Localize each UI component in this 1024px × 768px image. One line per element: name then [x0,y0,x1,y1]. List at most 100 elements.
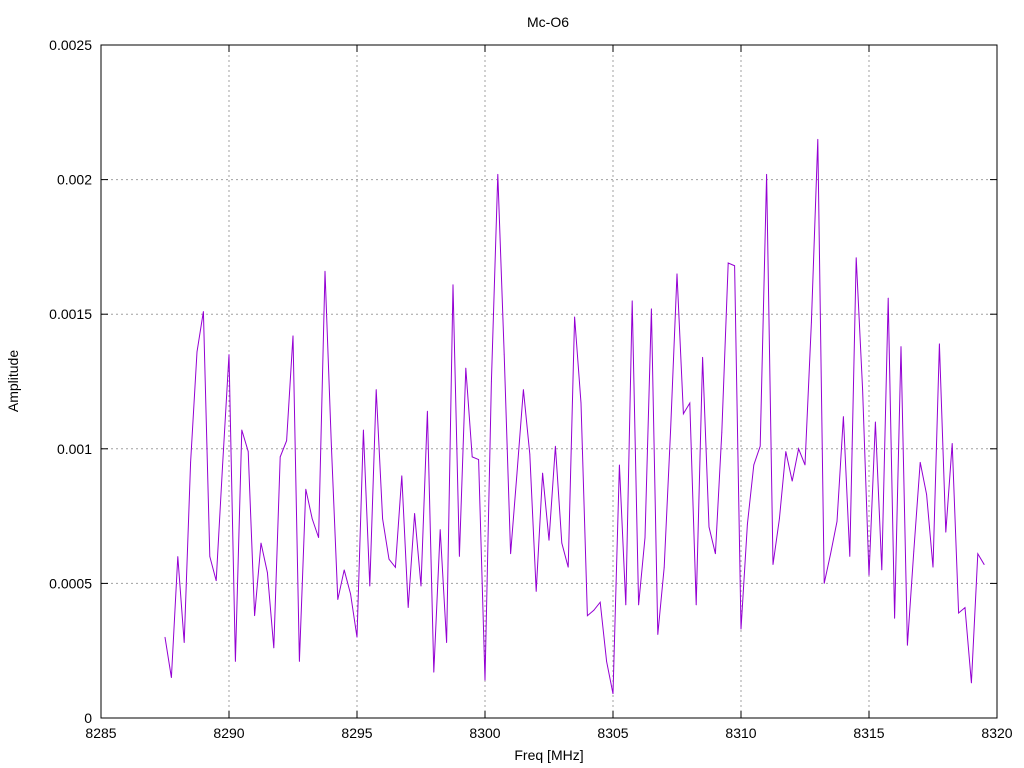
data-point [503,354,505,355]
y-axis-label: Amplitude [5,350,21,412]
data-point [337,599,339,600]
y-tick-label: 0 [84,710,92,726]
data-point [548,539,550,541]
data-point [644,537,646,539]
y-tick-label: 0.0025 [49,37,92,53]
data-point [798,448,799,450]
data-point [683,413,684,415]
data-point [785,451,787,452]
x-tick-label: 8305 [597,725,628,741]
data-point [958,612,959,614]
data-point [587,615,588,617]
data-point [599,601,601,603]
data-point [612,693,614,695]
data-point [907,644,908,646]
data-point [727,262,729,264]
y-tick-label: 0.001 [57,441,92,457]
data-point [715,553,716,555]
data-point [791,480,793,482]
data-point [567,566,569,568]
data-point [433,671,435,673]
data-point [203,311,204,312]
data-point [555,445,556,447]
data-point [932,566,934,568]
data-point [945,531,947,533]
data-point [747,523,748,525]
data-point [689,402,691,404]
data-point [708,526,710,528]
data-point [452,284,454,285]
data-point [279,456,281,458]
data-point [177,556,179,557]
data-point [375,389,377,390]
data-point [983,564,985,565]
data-point [311,518,313,520]
data-point [574,316,575,318]
data-point [420,585,422,587]
data-point [926,494,927,495]
y-tick-labels: 0 0.0005 0.001 0.0015 0.002 0.0025 [49,37,92,726]
data-point [894,618,895,619]
data-point [971,682,972,684]
data-point [215,580,217,582]
x-tick-label: 8295 [341,725,372,741]
data-point [702,356,703,358]
data-point [939,343,940,345]
data-point [561,542,563,544]
data-point [734,265,735,267]
data-point [196,351,198,353]
data-point [382,518,383,520]
x-tick-label: 8290 [213,725,244,741]
data-point [657,634,659,635]
data-point [580,402,582,404]
data-point [510,553,511,555]
data-point [343,569,345,571]
data-point [523,389,524,390]
data-point [235,661,236,662]
x-tick-label: 8310 [725,725,756,741]
data-point [228,354,230,355]
data-point [305,488,307,490]
data-point [471,456,473,458]
data-point [164,636,166,638]
chart-canvas: Mc-O6 8285 8290 8295 8300 8305 8310 8315 8320 0… [5,14,1013,763]
x-tick-label: 8320 [981,725,1012,741]
data-point [369,585,371,587]
data-point [407,607,409,609]
data-point [676,273,678,275]
data-point [478,459,479,460]
data-point [241,429,243,431]
data-point [318,537,319,539]
data-point [766,173,767,175]
data-point [401,475,403,477]
data-point [823,583,825,584]
data-point [516,472,518,474]
data-point [593,609,595,611]
x-tick-label: 8315 [853,725,884,741]
data-point [663,566,665,568]
data-point [324,270,326,272]
data-point [222,464,224,466]
data-point [779,518,780,520]
series-line [164,139,985,694]
data-point [363,429,364,431]
x-axis-label: Freq [MHz] [514,747,583,763]
data-point [772,564,774,565]
data-point [459,556,460,557]
data-point [254,615,256,617]
data-point [535,591,537,592]
data-point [625,604,627,606]
data-point [670,429,671,431]
x-tick-labels: 8285 8290 8295 8300 8305 8310 8315 8320 [85,725,1012,741]
data-point [619,464,620,466]
data-point [900,346,902,347]
data-point [497,173,499,175]
data-point [919,461,921,463]
data-point [804,464,806,466]
data-point [484,679,486,681]
data-point [209,556,211,557]
data-point [273,647,275,649]
data-point [350,593,351,595]
data-point [465,367,467,369]
data-point [331,445,332,447]
